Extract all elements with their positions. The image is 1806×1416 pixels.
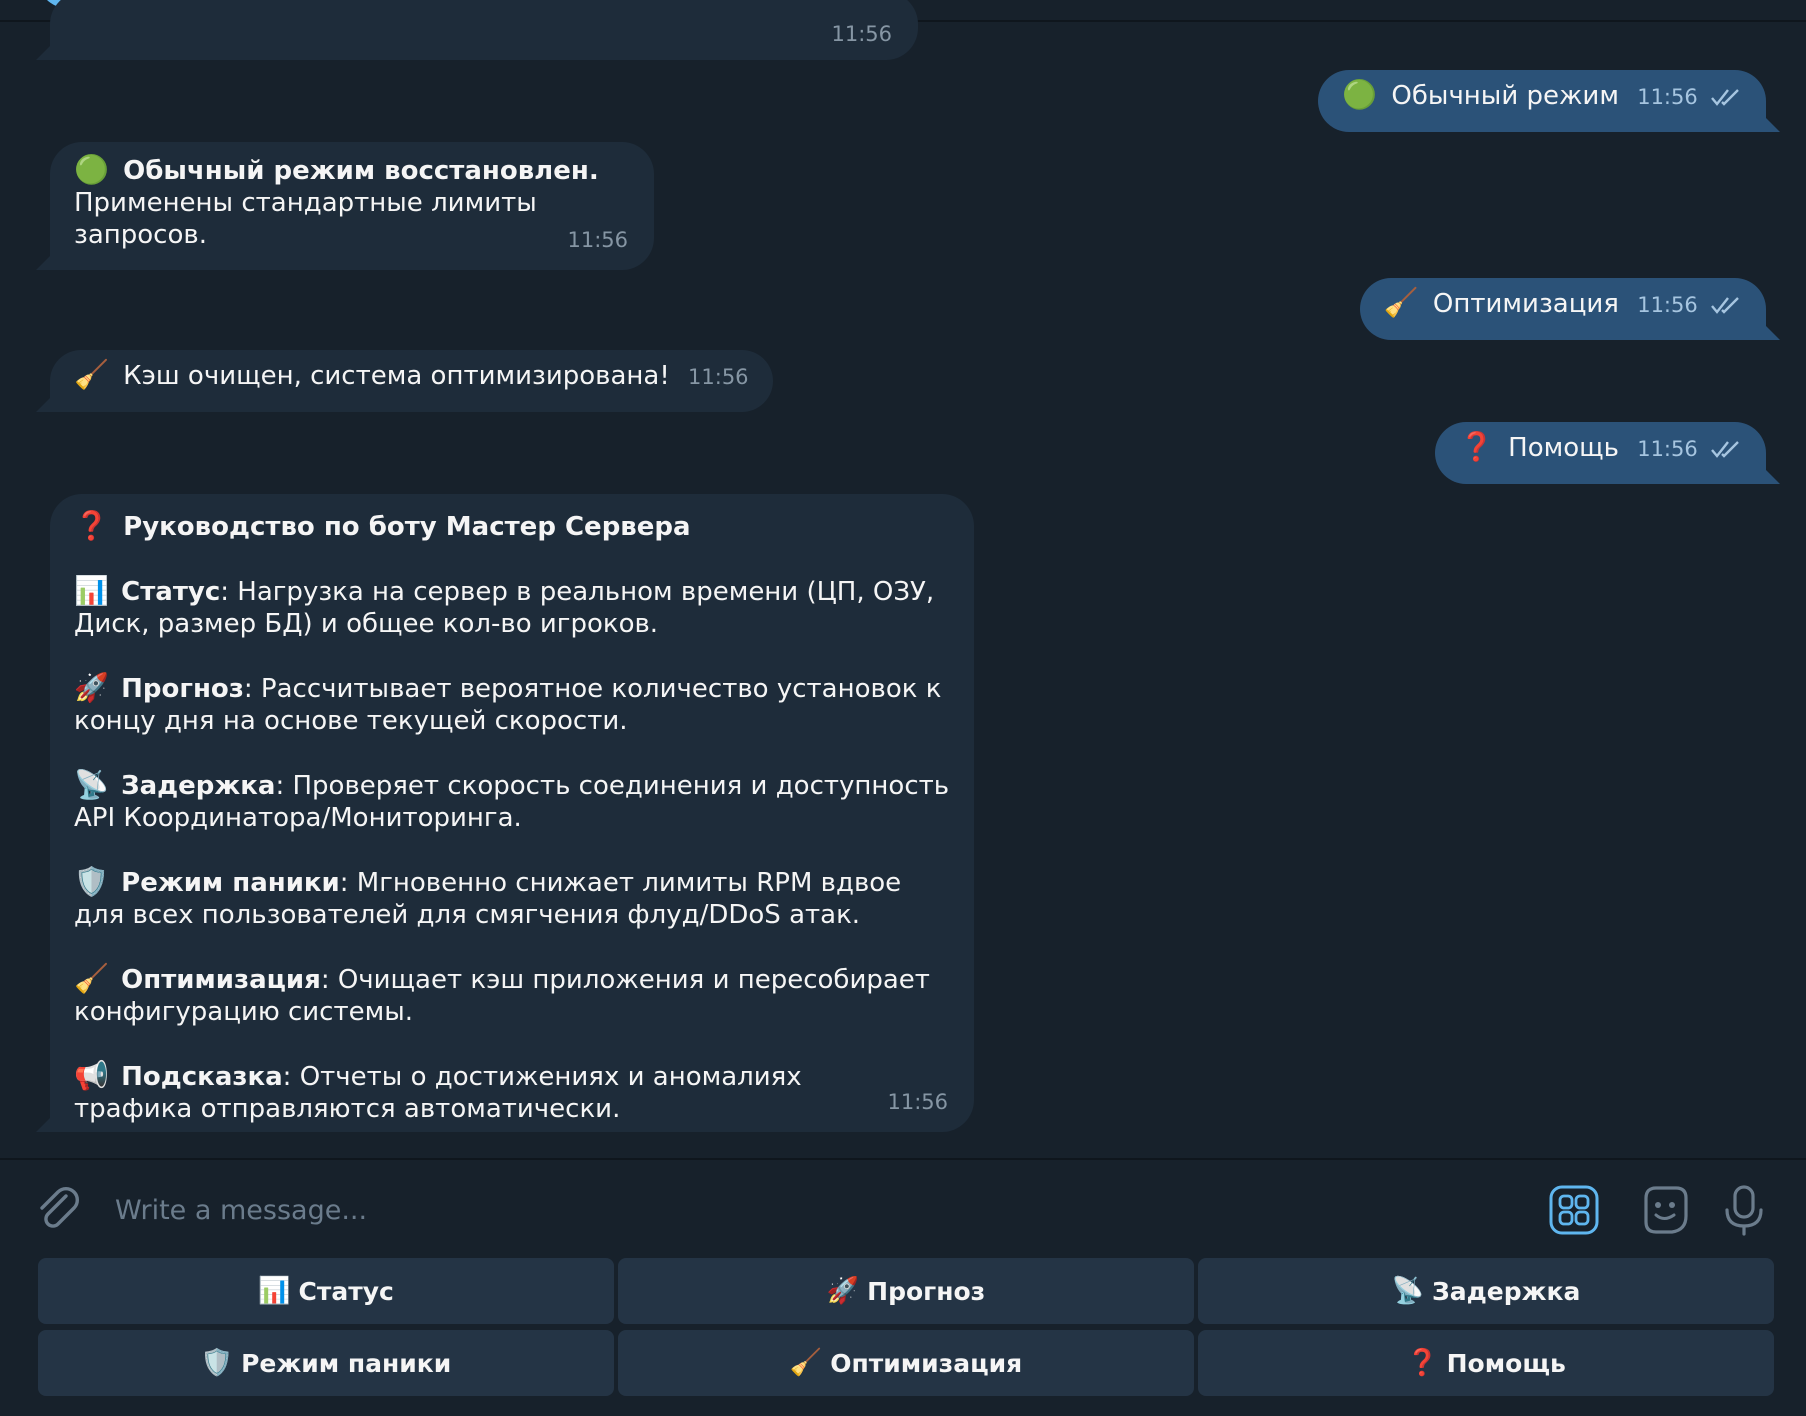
keyboard-button-status[interactable]: 📊 Статус xyxy=(38,1258,614,1324)
message-text: Оптимизация xyxy=(1432,289,1619,319)
message-title: Обычный режим восстановлен. xyxy=(123,156,599,186)
bar-chart-emoji: 📊 xyxy=(74,574,109,607)
keyboard-button-help[interactable]: ❓ Помощь xyxy=(1198,1330,1774,1396)
message-text: Применены стандартные лимиты запросов. xyxy=(74,188,537,250)
button-label: Оптимизация xyxy=(830,1348,1023,1378)
broom-emoji: 🧹 xyxy=(74,358,109,391)
section-label: Оптимизация xyxy=(121,965,321,995)
reply-keyboard: 📊 Статус 🚀 Прогноз 📡 Задержка 🛡️ Режим п… xyxy=(0,1258,1806,1416)
question-mark-emoji: ❓ xyxy=(74,509,109,542)
apps-grid-icon[interactable] xyxy=(1546,1182,1602,1238)
megaphone-emoji: 📢 xyxy=(74,1059,109,1092)
message-outgoing: ❓ Помощь 11:56 xyxy=(1435,422,1780,484)
satellite-dish-emoji: 📡 xyxy=(74,768,109,801)
message-time: 11:56 xyxy=(1637,85,1698,109)
broom-emoji: 🧹 xyxy=(789,1348,823,1378)
read-checkmarks-icon xyxy=(1711,88,1739,106)
keyboard-button-forecast[interactable]: 🚀 Прогноз xyxy=(618,1258,1194,1324)
message-text: Кэш очищен, система оптимизирована! xyxy=(123,361,670,391)
rocket-emoji: 🚀 xyxy=(74,671,109,704)
help-section-optimization: 🧹 Оптимизация: Очищает кэш приложения и … xyxy=(74,963,950,1028)
message-outgoing: 🧹 Оптимизация 11:56 xyxy=(1359,278,1780,340)
question-mark-emoji: ❓ xyxy=(1459,430,1494,463)
rocket-emoji: 🚀 xyxy=(826,1276,860,1306)
help-section-forecast: 🚀 Прогноз: Рассчитывает вероятное количе… xyxy=(74,672,950,737)
message-composer xyxy=(0,1158,1806,1258)
green-circle-emoji: 🟢 xyxy=(1342,78,1378,111)
broom-emoji: 🧹 xyxy=(74,962,109,995)
shield-emoji: 🛡️ xyxy=(200,1348,234,1378)
keyboard-button-latency[interactable]: 📡 Задержка xyxy=(1198,1258,1774,1324)
message-time: 11:56 xyxy=(831,22,892,46)
green-circle-emoji: 🟢 xyxy=(74,153,109,186)
read-checkmarks-icon xyxy=(1711,440,1739,458)
message-input[interactable] xyxy=(115,1188,1415,1232)
help-section-panic-mode: 🛡️ Режим паники: Мгновенно снижает лимит… xyxy=(74,866,950,931)
message-time: 11:56 xyxy=(1637,437,1698,461)
keyboard-button-panic-mode[interactable]: 🛡️ Режим паники xyxy=(38,1330,614,1396)
section-label: Задержка xyxy=(121,771,276,801)
message-incoming: 🧹 Кэш очищен, система оптимизирована! 11… xyxy=(36,350,773,412)
section-label: Режим паники xyxy=(121,868,340,898)
help-guide-message: ❓ Руководство по боту Мастер Сервера 📊 С… xyxy=(36,494,974,1132)
broom-emoji: 🧹 xyxy=(1383,286,1419,319)
satellite-dish-emoji: 📡 xyxy=(1391,1276,1424,1306)
bar-chart-emoji: 📊 xyxy=(258,1276,291,1306)
button-label: Помощь xyxy=(1446,1348,1566,1378)
question-mark-emoji: ❓ xyxy=(1406,1348,1439,1378)
button-label: Статус xyxy=(298,1276,394,1306)
sticker-icon[interactable] xyxy=(1636,1182,1692,1238)
message-time: 11:56 xyxy=(567,228,628,252)
read-checkmarks-icon xyxy=(1711,296,1739,314)
message-outgoing: 🟢 Обычный режим 11:56 xyxy=(1318,70,1780,132)
section-label: Статус xyxy=(121,577,221,607)
button-label: Задержка xyxy=(1431,1276,1581,1306)
section-label: Подсказка xyxy=(121,1062,283,1092)
help-section-latency: 📡 Задержка: Проверяет скорость соединени… xyxy=(74,769,950,834)
message-title: Руководство по боту Мастер Сервера xyxy=(123,512,691,542)
help-section-status: 📊 Статус: Нагрузка на сервер в реальном … xyxy=(74,575,950,640)
microphone-icon[interactable] xyxy=(1716,1182,1772,1238)
help-section-hint: 📢 Подсказка: Отчеты о достижениях и аном… xyxy=(74,1060,950,1125)
message-time: 11:56 xyxy=(688,365,749,389)
shield-emoji: 🛡️ xyxy=(74,865,109,898)
message-incoming: 11:56 xyxy=(36,0,918,60)
message-text: Помощь xyxy=(1508,433,1619,463)
message-incoming: 🟢 Обычный режим восстановлен. Применены … xyxy=(36,142,654,270)
message-time: 11:56 xyxy=(1637,293,1698,317)
message-time: 11:56 xyxy=(887,1090,948,1114)
section-label: Прогноз xyxy=(121,674,244,704)
message-list[interactable]: 11:56 🟢 Обычный режим 11:56 🟢 Обычный ре… xyxy=(0,0,1806,1158)
message-text: Обычный режим xyxy=(1391,81,1619,111)
paperclip-icon[interactable] xyxy=(30,1182,86,1238)
keyboard-button-optimization[interactable]: 🧹 Оптимизация xyxy=(618,1330,1194,1396)
button-label: Режим паники xyxy=(241,1348,452,1378)
button-label: Прогноз xyxy=(867,1276,986,1306)
